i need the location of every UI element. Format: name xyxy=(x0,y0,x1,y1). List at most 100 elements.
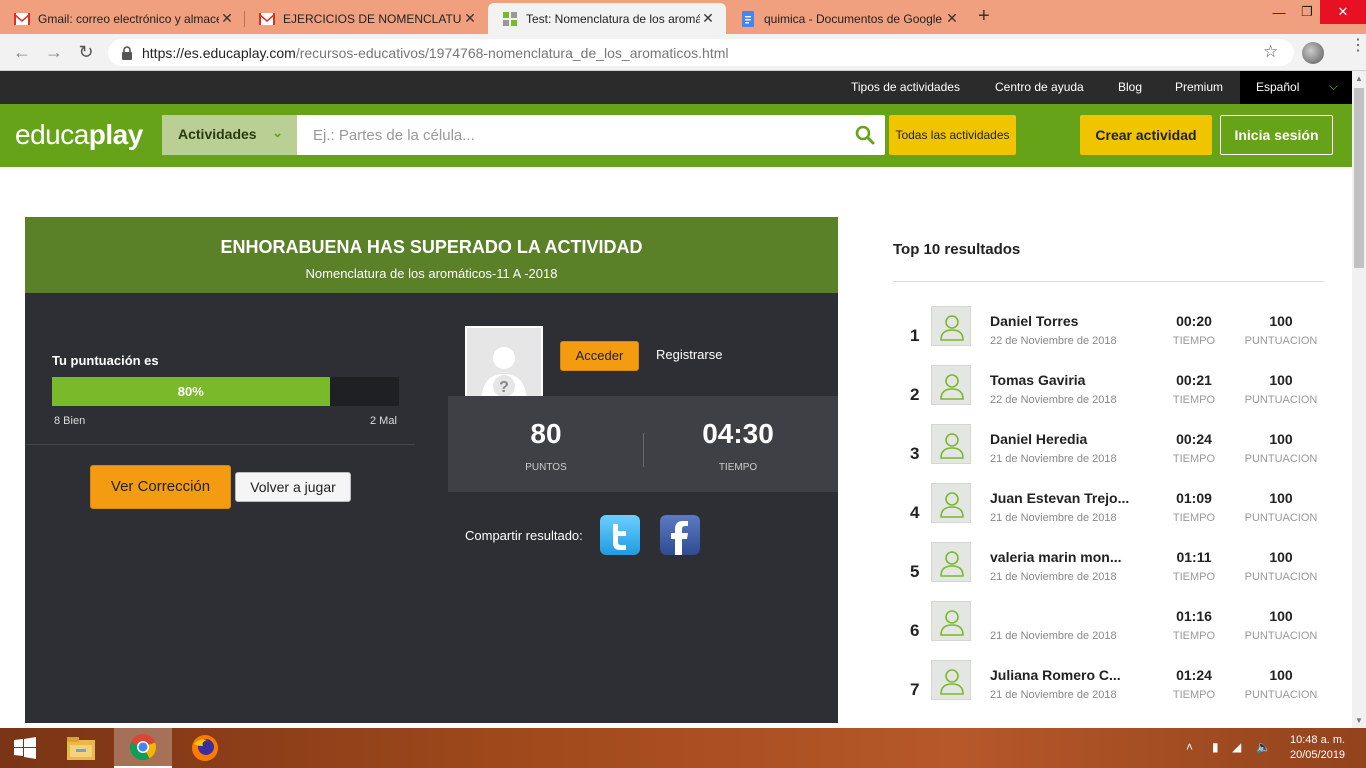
time-label: TIEMPO xyxy=(1172,512,1216,524)
time-value: 04:30 xyxy=(702,418,774,449)
scroll-down-icon[interactable]: ▼ xyxy=(1355,716,1363,725)
play-date: 21 de Noviembre de 2018 xyxy=(990,571,1117,583)
user-avatar-placeholder: ? xyxy=(465,326,543,406)
points-label: PUNTUACION xyxy=(1244,512,1318,524)
player-name: Juan Estevan Trejo... xyxy=(990,490,1130,506)
facebook-icon[interactable] xyxy=(660,515,700,555)
browser-tab-gmail[interactable]: Gmail: correo electrónico y almacenamien… xyxy=(0,3,245,34)
chevron-down-icon: ⌵ xyxy=(1328,79,1338,93)
language-selector[interactable]: Español ⌵ xyxy=(1240,71,1352,104)
unknown-user-icon: ? xyxy=(481,347,527,404)
play-points: 100 xyxy=(1269,313,1293,329)
profile-avatar[interactable] xyxy=(1302,42,1324,64)
points-label: PUNTUACION xyxy=(1244,630,1318,642)
points-label: PUNTUACION xyxy=(1244,689,1318,701)
twitter-icon[interactable] xyxy=(600,515,640,555)
points-value: 80 xyxy=(530,418,562,449)
user-avatar-icon xyxy=(931,542,971,582)
network-icon[interactable]: ◢ xyxy=(1232,740,1241,754)
firefox-taskbar-icon[interactable] xyxy=(176,728,234,768)
close-tab-icon[interactable]: ✕ xyxy=(462,10,478,27)
time-label: TIEMPO xyxy=(1172,394,1216,406)
google-docs-icon xyxy=(740,10,756,27)
score-label: Tu puntuación es xyxy=(52,353,159,368)
page-scrollbar[interactable]: ▲ ▼ xyxy=(1352,71,1366,728)
time-label: TIEMPO xyxy=(718,462,758,473)
category-dropdown[interactable]: Actividades ⌄ xyxy=(162,115,297,155)
link-tipos-actividades[interactable]: Tipos de actividades xyxy=(851,80,960,94)
browser-tab-ejercicios[interactable]: EJERCICIOS DE NOMENCLATURA ✕ xyxy=(245,3,488,34)
gmail-icon xyxy=(259,11,275,27)
search-input[interactable] xyxy=(297,115,852,155)
address-bar[interactable]: https://es.educaplay.com/recursos-educat… xyxy=(108,39,1294,66)
windows-taskbar: ˄ ▮ ◢ 🔈 10:48 a. m. 20/05/2019 xyxy=(0,728,1366,768)
volume-icon[interactable]: 🔈 xyxy=(1256,740,1271,754)
bookmark-star-icon[interactable]: ☆ xyxy=(1263,42,1278,62)
close-tab-icon[interactable]: ✕ xyxy=(219,10,235,27)
restore-icon[interactable]: ❐ xyxy=(1290,0,1324,24)
points-label: PUNTOS xyxy=(525,462,567,473)
menu-kebab-icon[interactable]: ⋮ xyxy=(1350,38,1366,54)
register-link[interactable]: Registrarse xyxy=(656,347,722,362)
play-points: 100 xyxy=(1269,431,1293,447)
points-label: PUNTUACION xyxy=(1244,394,1318,406)
create-activity-button[interactable]: Crear actividad xyxy=(1080,115,1212,155)
chrome-taskbar-icon[interactable] xyxy=(114,728,172,768)
link-blog[interactable]: Blog xyxy=(1118,80,1142,94)
result-panel: ENHORABUENA HAS SUPERADO LA ACTIVIDAD No… xyxy=(25,217,838,723)
play-date: 22 de Noviembre de 2018 xyxy=(990,394,1117,406)
result-stats: 80 PUNTOS 04:30 TIEMPO xyxy=(448,396,838,492)
system-clock[interactable]: 10:48 a. m. 20/05/2019 xyxy=(1290,733,1345,763)
browser-tab-test[interactable]: Test: Nomenclatura de los aromáticos ✕ xyxy=(488,3,726,34)
leaderboard-row: 5 valeria marin mon... 21 de Noviembre de … xyxy=(893,542,1324,601)
play-time: 00:24 xyxy=(1176,431,1212,447)
user-avatar-icon xyxy=(931,306,971,346)
play-points: 100 xyxy=(1269,490,1293,506)
rank-number: 1 xyxy=(910,326,920,345)
top10-title: Top 10 resultados xyxy=(893,241,1021,258)
browser-tab-quimica[interactable]: quimica - Documentos de Google ✕ xyxy=(726,3,970,34)
play-again-button[interactable]: Volver a jugar xyxy=(235,472,351,502)
file-explorer-icon[interactable] xyxy=(52,728,110,768)
new-tab-button[interactable]: + xyxy=(978,5,990,28)
player-name: Daniel Heredia xyxy=(990,431,1088,447)
login-button[interactable]: Inicia sesión xyxy=(1220,115,1333,155)
user-avatar-icon xyxy=(931,601,971,641)
scrollbar-thumb[interactable] xyxy=(1354,88,1364,268)
scroll-up-icon[interactable]: ▲ xyxy=(1355,74,1363,83)
player-name: Juliana Romero C... xyxy=(990,667,1121,683)
leaderboard-row: 3 Daniel Heredia 21 de Noviembre de 2018 00… xyxy=(893,424,1324,483)
back-icon[interactable]: ← xyxy=(12,42,32,62)
close-tab-icon[interactable]: ✕ xyxy=(700,10,716,27)
link-centro-ayuda[interactable]: Centro de ayuda xyxy=(995,80,1084,94)
score-progress-fill: 80% xyxy=(52,377,330,406)
rank-number: 5 xyxy=(910,562,920,581)
educaplay-icon xyxy=(502,11,518,27)
leaderboard-row: 4 Juan Estevan Trejo... 21 de Noviembre de… xyxy=(893,483,1324,542)
all-activities-button[interactable]: Todas las actividades xyxy=(889,115,1016,155)
close-tab-icon[interactable]: ✕ xyxy=(944,10,960,27)
user-avatar-icon xyxy=(931,424,971,464)
windows-start-icon[interactable] xyxy=(0,728,50,768)
search-icon[interactable] xyxy=(855,125,875,145)
browser-tabstrip: Gmail: correo electrónico y almacenamien… xyxy=(0,0,1366,34)
search-bar: Actividades ⌄ xyxy=(162,115,885,155)
rank-number: 4 xyxy=(910,503,920,522)
score-percent: 80% xyxy=(177,384,204,399)
play-date: 21 de Noviembre de 2018 xyxy=(990,630,1117,642)
battery-icon[interactable]: ▮ xyxy=(1212,740,1219,754)
stat-separator xyxy=(643,433,644,467)
forward-icon[interactable]: → xyxy=(44,42,64,62)
tray-overflow-icon[interactable]: ˄ xyxy=(1186,740,1193,754)
reload-icon[interactable]: ↻ xyxy=(76,42,96,62)
access-button[interactable]: Acceder xyxy=(560,341,639,371)
link-premium[interactable]: Premium xyxy=(1175,80,1223,94)
close-window-icon[interactable]: ✕ xyxy=(1320,0,1366,24)
time-label: TIEMPO xyxy=(1172,571,1216,583)
view-correction-button[interactable]: Ver Corrección xyxy=(90,465,231,509)
user-avatar-icon xyxy=(931,660,971,700)
educaplay-logo[interactable]: educaplay xyxy=(15,119,143,151)
play-date: 21 de Noviembre de 2018 xyxy=(990,453,1117,465)
leaderboard-row: 7 Juliana Romero C... 21 de Noviembre de 2… xyxy=(893,660,1324,719)
url-path: /recursos-educativos/1974768-nomenclatur… xyxy=(295,44,729,61)
